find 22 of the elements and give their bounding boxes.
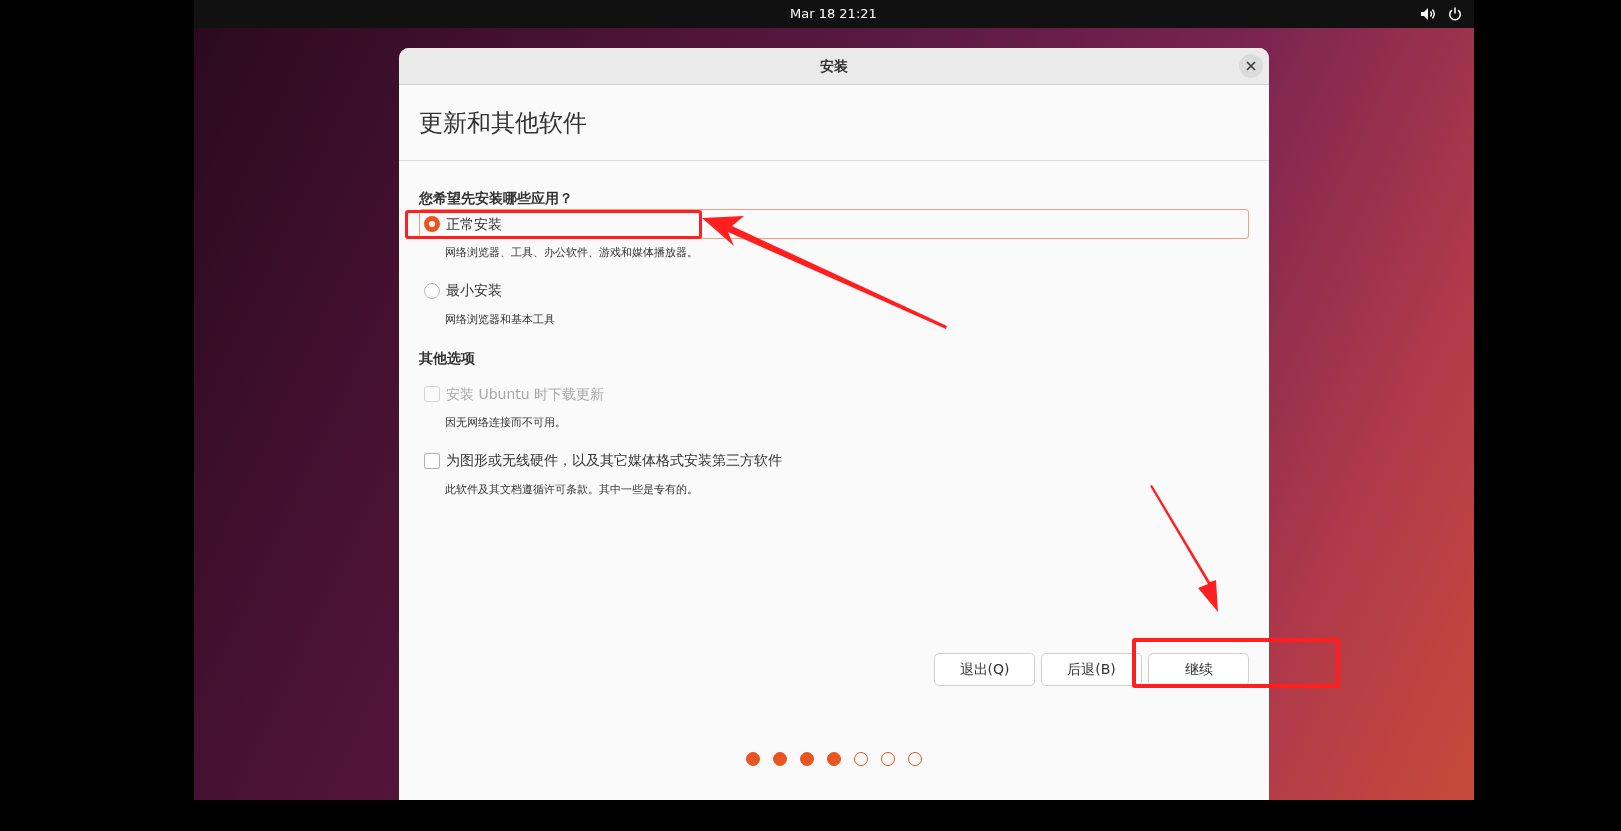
close-icon	[1246, 61, 1256, 71]
option-description: 此软件及其文档遵循许可条款。其中一些是专有的。	[445, 481, 698, 498]
volume-icon[interactable]	[1420, 7, 1436, 21]
option-description: 因无网络连接而不可用。	[445, 415, 566, 431]
dialog-button[interactable]: 后退(B)	[1041, 653, 1142, 686]
option-label[interactable]: 最小安装	[446, 280, 502, 301]
option-label[interactable]: 正常安装	[446, 213, 502, 235]
option-label[interactable]: 为图形或无线硬件，以及其它媒体格式安装第三方软件	[446, 450, 782, 471]
radio-button[interactable]	[424, 282, 440, 299]
power-icon[interactable]	[1448, 7, 1462, 21]
section-heading: 其他选项	[419, 349, 475, 368]
option-description: 网络浏览器和基本工具	[445, 311, 555, 328]
close-button[interactable]	[1239, 54, 1263, 78]
option-description: 网络浏览器、工具、办公软件、游戏和媒体播放器。	[445, 245, 698, 261]
checkbox[interactable]	[424, 452, 440, 469]
page-heading: 更新和其他软件	[419, 107, 587, 139]
dialog-button[interactable]: 继续	[1148, 653, 1249, 686]
window-title: 安装	[820, 56, 848, 76]
section-heading: 您希望先安装哪些应用？	[419, 189, 573, 208]
radio-button[interactable]	[424, 216, 440, 232]
dialog-button[interactable]: 退出(Q)	[934, 653, 1035, 686]
clock[interactable]: Mar 18 21:21	[790, 4, 877, 24]
